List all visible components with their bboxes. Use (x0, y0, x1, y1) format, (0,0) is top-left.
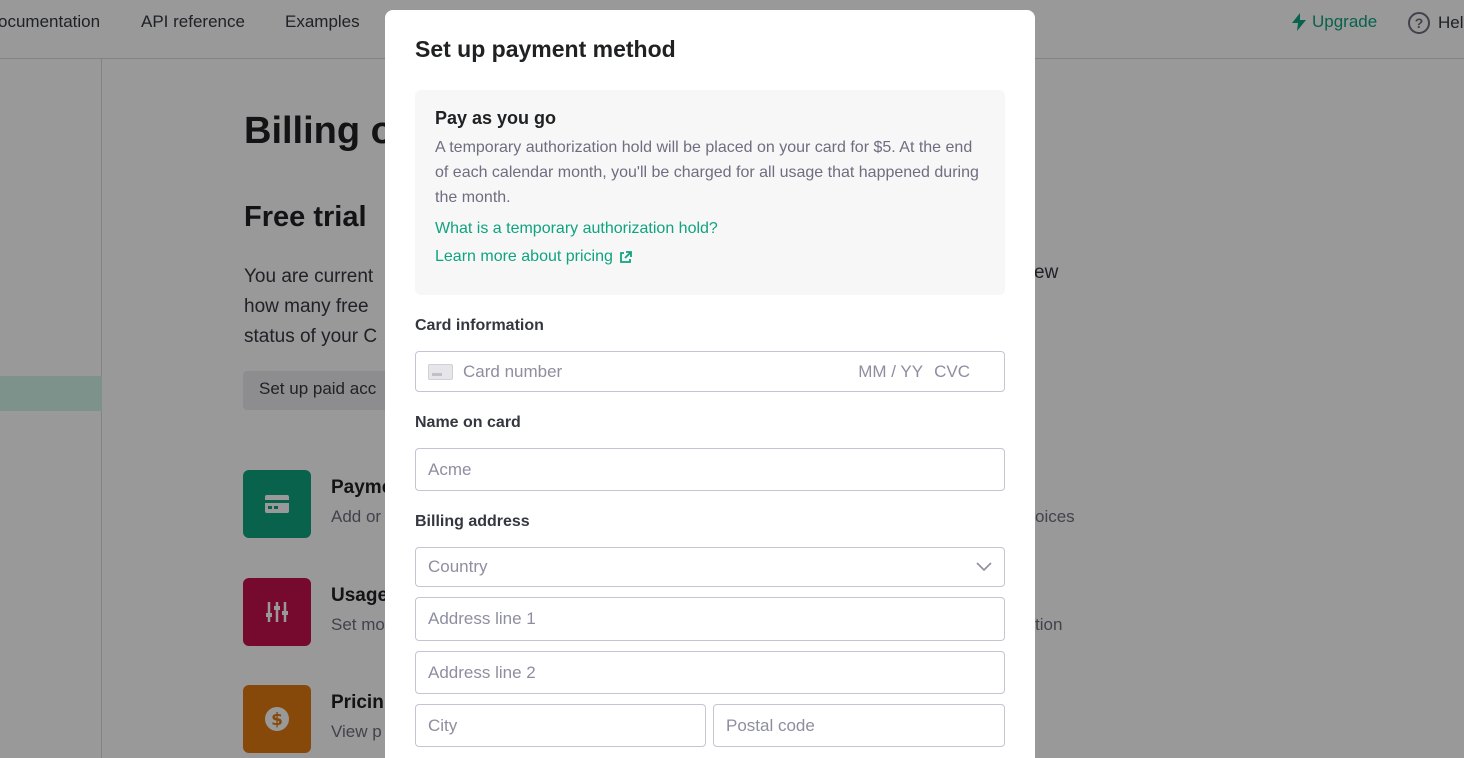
info-title: Pay as you go (435, 108, 557, 128)
card-number-placeholder: Card number (463, 361, 563, 381)
city-placeholder: City (428, 715, 458, 735)
name-on-card-label: Name on card (415, 414, 521, 431)
address1-placeholder: Address line 1 (428, 609, 536, 628)
pricing-link[interactable]: Learn more about pricing (435, 248, 632, 266)
pay-as-you-go-box: Pay as you go A temporary authorization … (415, 90, 1005, 295)
postal-code-input[interactable]: Postal code (713, 704, 1005, 747)
name-on-card-input[interactable]: Acme (415, 448, 1005, 491)
city-input[interactable]: City (415, 704, 706, 747)
card-number-field[interactable]: Card number MM / YY CVC (415, 351, 1005, 392)
external-link-icon (619, 250, 632, 263)
modal-title: Set up payment method (415, 36, 676, 62)
address-line-2-input[interactable]: Address line 2 (415, 651, 1005, 694)
address-line-1-input[interactable]: Address line 1 (415, 597, 1005, 641)
info-text: A temporary authorization hold will be p… (435, 139, 979, 206)
billing-address-label: Billing address (415, 513, 530, 530)
cvc-placeholder[interactable]: CVC (934, 362, 970, 382)
country-placeholder: Country (428, 557, 488, 576)
card-brand-icon (428, 363, 453, 380)
chevron-down-icon (976, 562, 992, 572)
card-info-label: Card information (415, 317, 544, 334)
address2-placeholder: Address line 2 (428, 662, 536, 682)
payment-modal: Set up payment method Pay as you go A te… (385, 10, 1035, 758)
authorization-hold-link[interactable]: What is a temporary authorization hold? (435, 220, 985, 238)
name-placeholder: Acme (428, 459, 472, 479)
expiry-placeholder[interactable]: MM / YY (858, 362, 923, 382)
postal-placeholder: Postal code (726, 715, 815, 735)
pricing-link-label: Learn more about pricing (435, 248, 613, 265)
country-select[interactable]: Country (415, 547, 1005, 587)
